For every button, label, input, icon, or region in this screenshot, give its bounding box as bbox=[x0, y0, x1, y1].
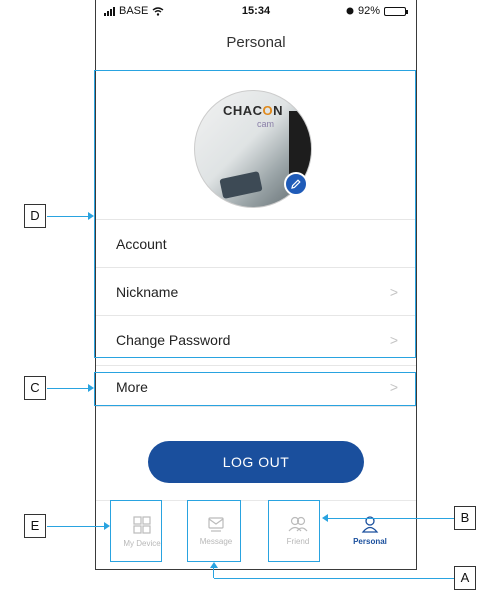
tab-personal[interactable]: Personal bbox=[340, 509, 400, 561]
page-title: Personal bbox=[226, 34, 286, 51]
battery-percent: 92% bbox=[357, 5, 380, 17]
callout-d: D bbox=[24, 204, 46, 228]
status-bar: BASE 15:34 92% bbox=[96, 0, 416, 22]
leader-line-d bbox=[47, 216, 88, 217]
callout-b: B bbox=[454, 506, 476, 530]
logout-button[interactable]: LOG OUT bbox=[148, 441, 364, 483]
callout-a: A bbox=[454, 566, 476, 590]
arrow-d bbox=[88, 212, 94, 220]
leader-line-b bbox=[328, 518, 454, 519]
callout-c: C bbox=[24, 376, 46, 400]
leader-line-c bbox=[47, 388, 88, 389]
annotation-box-b bbox=[268, 500, 320, 562]
leader-line-e bbox=[47, 526, 104, 527]
arrow-a bbox=[210, 562, 218, 568]
tab-label: Personal bbox=[353, 537, 387, 546]
callout-e: E bbox=[24, 514, 46, 538]
arrow-c bbox=[88, 384, 94, 392]
arrow-e bbox=[104, 522, 110, 530]
annotation-box-d bbox=[94, 70, 416, 358]
leader-line-a bbox=[214, 578, 454, 579]
leader-line-a-vertical bbox=[213, 568, 214, 578]
alarm-icon bbox=[346, 7, 354, 15]
annotation-box-c bbox=[94, 372, 416, 406]
annotation-box-e bbox=[110, 500, 162, 562]
battery-group: 92% bbox=[346, 5, 408, 17]
battery-icon bbox=[384, 6, 408, 16]
annotation-box-a bbox=[187, 500, 241, 562]
arrow-b bbox=[322, 514, 328, 522]
